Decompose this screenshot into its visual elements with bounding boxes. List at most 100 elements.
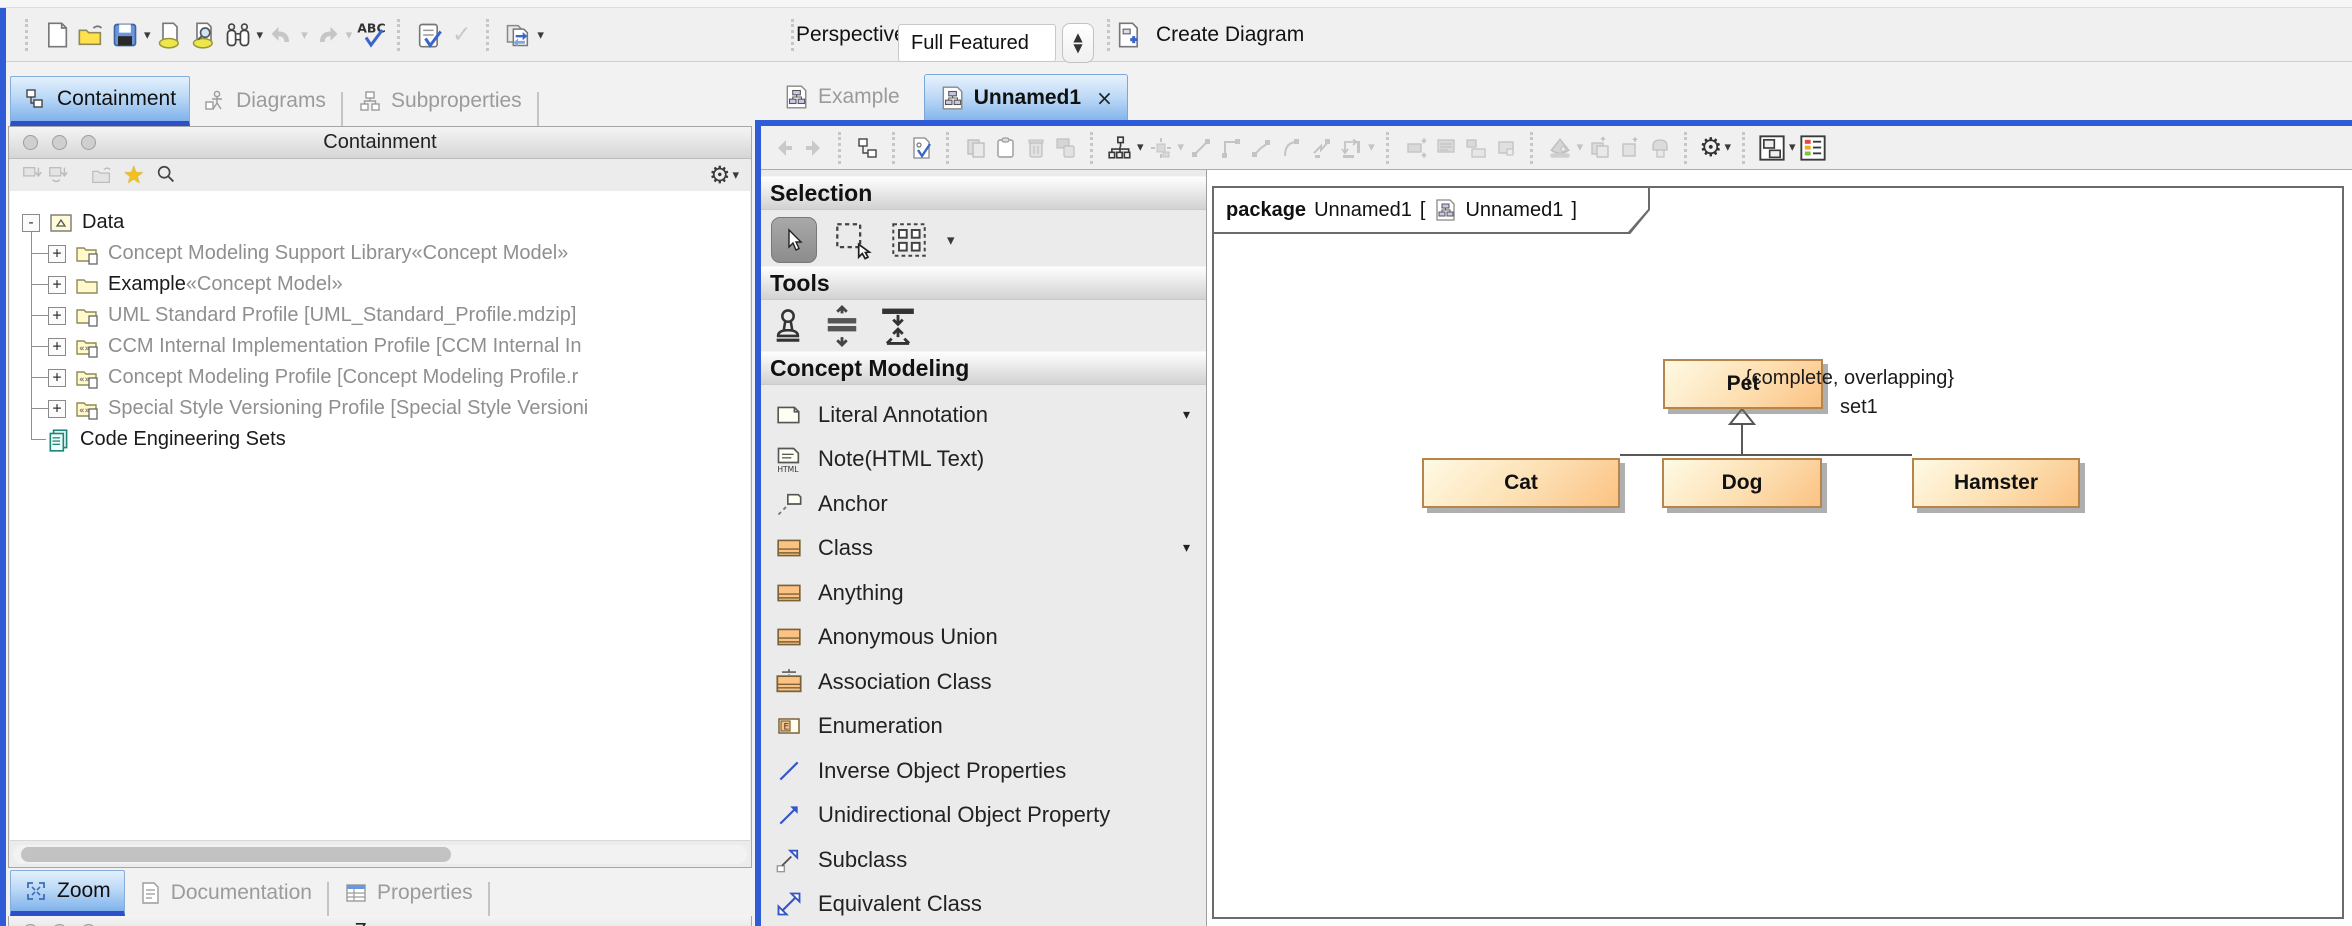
window-layout-caret[interactable]: ▾ <box>1789 140 1796 155</box>
tree-item-code-engineering-sets[interactable]: Code Engineering Sets <box>46 424 286 455</box>
toolbar-drag-handle[interactable] <box>1742 132 1748 164</box>
item-dropdown-caret[interactable]: ▾ <box>1183 407 1190 423</box>
copy-style-icon[interactable] <box>1585 133 1615 163</box>
toolbar-drag-handle[interactable] <box>1090 132 1096 164</box>
close-tab-icon[interactable]: × <box>1096 86 1113 110</box>
generalization-set-name-label[interactable]: set1 <box>1840 396 1878 419</box>
fill-color-caret[interactable]: ▾ <box>1577 140 1584 155</box>
print-icon[interactable] <box>153 18 187 52</box>
tab-subproperties[interactable]: Subproperties <box>345 76 535 126</box>
forward-icon[interactable] <box>799 133 829 163</box>
resize-symbol-icon[interactable] <box>1401 133 1431 163</box>
class-shape-dog[interactable]: Dog <box>1662 458 1822 508</box>
update-project-icon[interactable] <box>501 18 535 52</box>
split-vertically-icon[interactable] <box>823 305 861 347</box>
center-caret[interactable]: ▾ <box>1178 140 1185 155</box>
line-style-oblique-icon[interactable] <box>1246 133 1276 163</box>
delete-from-model-icon[interactable] <box>1051 133 1081 163</box>
paste-style-icon[interactable] <box>1615 133 1645 163</box>
palette-item-anonymous-union[interactable]: Anonymous Union <box>761 614 1206 659</box>
palette-section-selection[interactable]: Selection <box>761 176 1206 210</box>
expand-expander-icon[interactable]: + <box>48 276 66 294</box>
favorites-star-icon[interactable]: ★ <box>123 161 145 189</box>
tree-item-concept-modeling-profile[interactable]: + Concept Modeling Profile [Concept Mode… <box>48 362 578 393</box>
palette-item-anchor[interactable]: Anchor <box>761 481 1206 526</box>
align-icon[interactable] <box>1461 133 1491 163</box>
print-preview-icon[interactable] <box>187 18 221 52</box>
palette-item-inverse-object-properties[interactable]: Inverse Object Properties <box>761 748 1206 793</box>
generalization-line[interactable] <box>1741 424 1743 455</box>
settings-gear-icon[interactable]: ⚙ <box>709 161 731 189</box>
scrollbar-thumb[interactable] <box>21 847 451 862</box>
window-layout-icon[interactable] <box>1757 133 1787 163</box>
center-diagram-icon[interactable] <box>1146 133 1176 163</box>
commit-check-icon[interactable]: ✓ <box>452 22 471 48</box>
class-shape-hamster[interactable]: Hamster <box>1912 458 2080 508</box>
redo-dropdown-caret[interactable]: ▾ <box>346 28 353 43</box>
tab-containment[interactable]: Containment <box>10 76 190 126</box>
palette-section-tools[interactable]: Tools <box>761 266 1206 300</box>
delete-symbol-icon[interactable] <box>1021 133 1051 163</box>
line-style-custom-icon[interactable] <box>1306 133 1336 163</box>
create-diagram-button[interactable]: Create Diagram <box>1112 8 1304 62</box>
show-in-containment-icon[interactable] <box>853 133 883 163</box>
quick-search-icon[interactable] <box>153 158 179 192</box>
palette-item-class[interactable]: Class ▾ <box>761 525 1206 570</box>
tree-item-ccm-internal-implementation-profile[interactable]: + CCM Internal Implementation Profile [C… <box>48 331 582 362</box>
toolbar-drag-handle[interactable] <box>1684 132 1690 164</box>
tab-zoom[interactable]: Zoom <box>10 870 125 916</box>
expand-expander-icon[interactable]: + <box>48 400 66 418</box>
apply-style-icon[interactable] <box>1645 133 1675 163</box>
tree-horizontal-scrollbar[interactable] <box>13 845 747 864</box>
legend-icon[interactable] <box>1798 133 1828 163</box>
stamp-icon[interactable] <box>771 306 805 346</box>
settings-caret[interactable]: ▾ <box>732 168 739 183</box>
find-dropdown-caret[interactable]: ▾ <box>257 28 264 43</box>
palette-item-equivalent-class[interactable]: Equivalent Class <box>761 881 1206 926</box>
marquee-select-icon[interactable] <box>833 220 873 260</box>
palette-item-unidirectional-object-property[interactable]: Unidirectional Object Property <box>761 792 1206 837</box>
tree-item-concept-modeling-support-library[interactable]: + Concept Modeling Support Library «Conc… <box>48 238 568 269</box>
save-dropdown-caret[interactable]: ▾ <box>144 28 151 43</box>
collapse-all-icon[interactable] <box>19 158 45 192</box>
spelling-check-icon[interactable]: ABC <box>354 18 388 52</box>
collapse-expander-icon[interactable]: - <box>22 214 40 232</box>
new-document-icon[interactable] <box>40 18 74 52</box>
update-dropdown-caret[interactable]: ▾ <box>537 28 544 43</box>
expand-expander-icon[interactable]: + <box>48 338 66 356</box>
open-in-containment-icon[interactable] <box>89 158 115 192</box>
expand-expander-icon[interactable]: + <box>48 369 66 387</box>
containment-tree[interactable]: - Data + Concept Modeling Support Librar… <box>10 191 750 841</box>
diagram-tab-unnamed1[interactable]: Unnamed1 × <box>924 74 1128 120</box>
toolbar-drag-handle[interactable] <box>1530 132 1536 164</box>
swap-orientation-icon[interactable] <box>1336 133 1366 163</box>
tab-diagrams[interactable]: Diagrams <box>190 76 339 126</box>
palette-item-anything[interactable]: Anything <box>761 570 1206 615</box>
class-shape-cat[interactable]: Cat <box>1422 458 1620 508</box>
fill-color-icon[interactable] <box>1545 133 1575 163</box>
find-icon[interactable] <box>221 18 255 52</box>
toolbar-drag-handle[interactable] <box>892 132 898 164</box>
diagram-tab-example[interactable]: Example <box>769 74 914 120</box>
pointer-cursor-button[interactable] <box>771 217 817 263</box>
toolbar-drag-handle[interactable] <box>838 132 844 164</box>
tree-item-example[interactable]: + Example «Concept Model» <box>48 269 343 300</box>
undo-dropdown-caret[interactable]: ▾ <box>301 28 308 43</box>
item-dropdown-caret[interactable]: ▾ <box>1183 540 1190 556</box>
palette-item-association-class[interactable]: Association Class <box>761 659 1206 704</box>
palette-item-note-html[interactable]: HTML Note(HTML Text) <box>761 436 1206 481</box>
diagram-frame-header[interactable]: package Unnamed1 [ Unnamed1 ] <box>1212 186 1650 234</box>
open-project-icon[interactable] <box>74 18 108 52</box>
diagram-canvas[interactable]: package Unnamed1 [ Unnamed1 ] Pet Cat Do… <box>1207 170 2352 926</box>
validate-icon[interactable] <box>412 18 446 52</box>
containment-titlebar[interactable]: Containment <box>9 127 751 159</box>
palette-section-concept-modeling[interactable]: Concept Modeling <box>761 351 1206 385</box>
collapse-selected-icon[interactable] <box>45 158 71 192</box>
perspective-select[interactable]: Full Featured <box>898 24 1056 62</box>
perspective-stepper[interactable]: ▲ ▼ <box>1062 23 1094 63</box>
order-icon[interactable] <box>1491 133 1521 163</box>
line-style-rectilinear-icon[interactable] <box>1216 133 1246 163</box>
expand-expander-icon[interactable]: + <box>48 307 66 325</box>
tree-item-uml-standard-profile[interactable]: + UML Standard Profile [UML_Standard_Pro… <box>48 300 576 331</box>
paste-icon[interactable] <box>991 133 1021 163</box>
